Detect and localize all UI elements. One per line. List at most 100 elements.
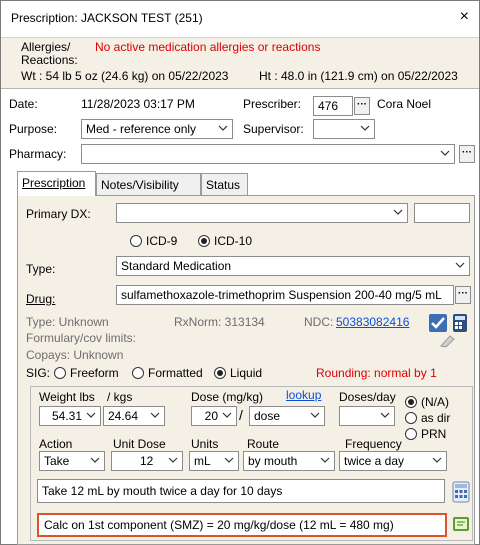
as-dir-radio[interactable]: as dir [405,411,450,425]
ndc-label: NDC: [304,315,334,329]
route-label: Route [247,437,280,451]
prescriber-id: 476 [318,99,339,113]
chevron-down-icon [90,455,100,465]
doses-day-label: Doses/day [339,390,396,404]
chevron-down-icon [218,123,228,133]
purpose-value: Med - reference only [86,122,197,136]
primary-dx-label: Primary DX: [26,207,91,221]
prescriber-name: Cora Noel [377,97,432,111]
weight-lbs-select[interactable]: 54.31 [39,406,101,426]
allergies-value: No active medication allergies or reacti… [95,40,321,54]
supervisor-select[interactable] [313,119,375,139]
weight-lbs-label: Weight lbs [39,390,95,404]
rxnorm-info: RxNorm: 313134 [174,315,265,329]
chevron-down-icon [224,455,234,465]
units-label: Units [191,437,219,451]
rounding-text: Rounding: normal by 1 [316,366,437,380]
eraser-icon[interactable] [438,334,456,351]
chevron-down-icon [432,455,442,465]
dose-label: Dose (mg/kg) [191,390,264,404]
lookup-link[interactable]: lookup [286,388,321,402]
chevron-down-icon [150,410,160,420]
type-select[interactable]: Standard Medication [116,256,470,276]
calculator-sig-icon[interactable] [451,481,471,506]
close-icon[interactable]: × [460,8,469,26]
frequency-select[interactable]: twice a day [339,451,447,471]
liquid-radio[interactable]: Liquid [214,366,262,380]
notes-book-icon[interactable] [451,514,471,537]
frequency-label: Frequency [345,437,402,451]
formatted-radio[interactable]: Formatted [132,366,203,380]
chevron-down-icon [455,260,465,270]
pharmacy-lookup-button[interactable]: ··· [459,145,475,163]
drug-value: sulfamethoxazole-trimethoprim Suspension… [121,288,442,302]
icd9-radio[interactable]: ICD-9 [130,234,177,248]
chevron-down-icon [86,410,96,420]
prescription-panel: Primary DX: ICD-9 ICD-10 Type: Standard … [17,195,475,545]
chevron-down-icon [393,207,403,217]
na-radio[interactable]: (N/A) [405,395,449,409]
action-label: Action [39,437,73,451]
allergies-label: Allergies/ [21,40,71,54]
purpose-select[interactable]: Med - reference only [81,119,233,139]
freeform-radio[interactable]: Freeform [54,366,119,380]
dose-unit-select[interactable]: dose [249,406,325,426]
primary-dx-select[interactable] [116,203,408,223]
chevron-down-icon [380,410,390,420]
unit-dose-select[interactable]: 12 [111,451,183,471]
pharmacy-label: Pharmacy: [9,147,67,161]
patient-header: Allergies/ Reactions: No active medicati… [1,37,479,89]
calc-result-box: Calc on 1st component (SMZ) = 20 mg/kg/d… [37,513,447,537]
drug-field[interactable]: sulfamethoxazole-trimethoprim Suspension… [116,285,454,305]
tab-notes-visibility[interactable]: Notes/Visibility [96,173,201,195]
prn-radio[interactable]: PRN [405,427,446,441]
slash-separator: / [239,407,243,423]
supervisor-label: Supervisor: [243,122,304,136]
chevron-down-icon [440,148,450,158]
chevron-down-icon [320,455,330,465]
drug-label: Drug: [26,292,56,306]
drug-lookup-button[interactable]: ··· [455,286,471,304]
chevron-down-icon [168,455,178,465]
height-text: Ht : 48.0 in (121.9 cm) on 05/22/2023 [259,69,458,83]
tab-prescription[interactable]: Prescription [17,171,96,196]
sig-text: Take 12 mL by mouth twice a day for 10 d… [42,484,283,498]
doses-day-select[interactable] [339,406,395,426]
pharmacy-select[interactable] [81,144,455,164]
calculator-icon[interactable] [450,313,470,336]
unit-dose-label: Unit Dose [113,437,166,451]
chevron-down-icon [310,410,320,420]
dose-calc-group: Weight lbs / kgs Dose (mg/kg) lookup Dos… [30,386,473,541]
weight-kgs-select[interactable]: 24.64 [103,406,165,426]
purpose-label: Purpose: [9,122,58,136]
title-bar: Prescription: JACKSON TEST (251) × [1,1,479,37]
calc-text: Calc on 1st component (SMZ) = 20 mg/kg/d… [44,518,394,532]
formulary-label: Formulary/cov limits: [26,331,137,345]
kgs-label: / kgs [107,390,133,404]
window-title: Prescription: JACKSON TEST (251) [11,11,203,25]
action-select[interactable]: Take [39,451,105,471]
prescriber-label: Prescriber: [243,97,302,111]
dose-amount-select[interactable]: 20 [191,406,237,426]
type-value: Standard Medication [121,259,232,273]
type-label: Type: [26,262,56,276]
units-select[interactable]: mL [189,451,239,471]
prescriber-id-field[interactable]: 476 [313,96,353,116]
sig-text-field[interactable]: Take 12 mL by mouth twice a day for 10 d… [37,479,445,503]
icd10-radio[interactable]: ICD-10 [198,234,252,248]
copays-label: Copays: Unknown [26,348,124,362]
tab-status[interactable]: Status [201,173,248,195]
route-select[interactable]: by mouth [243,451,335,471]
sig-label: SIG: [26,366,51,380]
chevron-down-icon [360,123,370,133]
prescriber-lookup-button[interactable]: ··· [354,97,370,115]
primary-dx-code-field[interactable] [414,203,470,223]
ndc-link[interactable]: 50383082416 [336,315,409,329]
date-value: 11/28/2023 03:17 PM [81,97,195,111]
weight-text: Wt : 54 lb 5 oz (24.6 kg) on 05/22/2023 [21,69,229,83]
prescription-window: Prescription: JACKSON TEST (251) × Aller… [0,0,480,545]
reactions-label: Reactions: [21,53,78,67]
drug-type-info: Type: Unknown [26,315,109,329]
date-label: Date: [9,97,38,111]
formulary-check-icon[interactable] [428,313,448,336]
